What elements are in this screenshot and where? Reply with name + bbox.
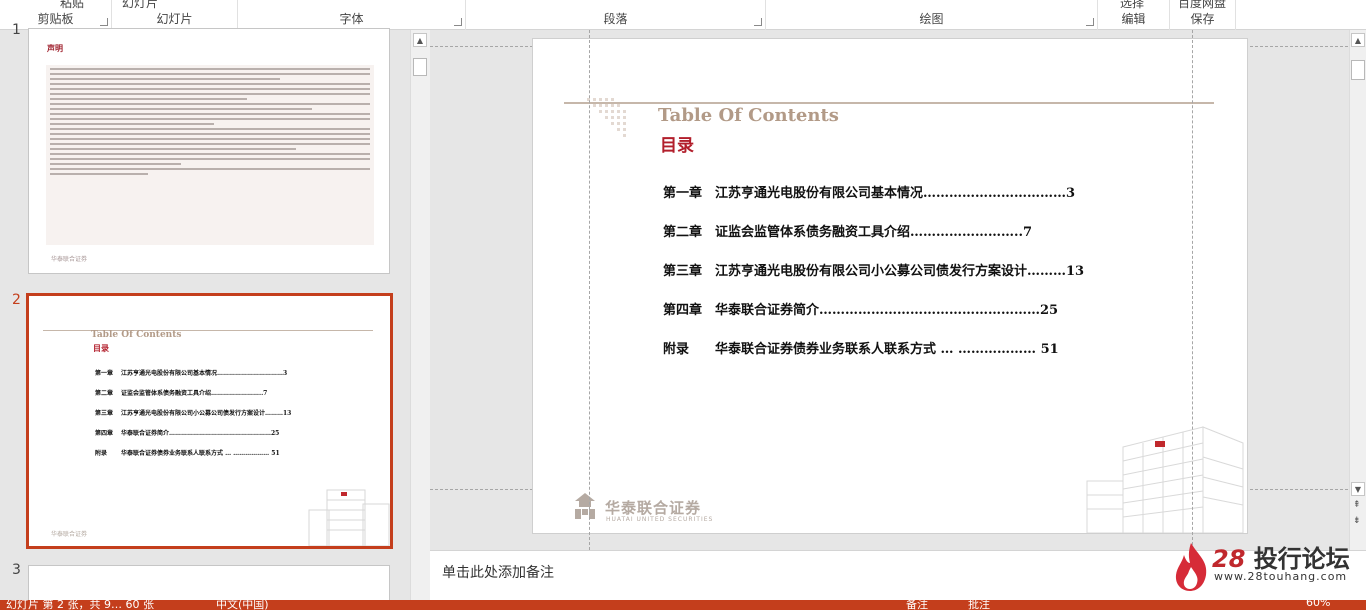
slide-counter: 幻灯片 第 2 张，共 9… 60 张 [6,600,154,610]
building-illustration-icon [1086,426,1244,533]
comments-toggle-button[interactable]: 批注 [968,600,990,610]
thumbnail-slide-3[interactable] [28,565,390,605]
thumbnail-slide-2[interactable]: Table Of Contents 目录 第一章 江苏亨通光电股份有限公司基本情况… [26,293,393,549]
powerpoint-window: 粘贴 剪贴板 幻灯片 幻灯片 字体 段落 绘图 选择 编辑 百度网盘 保存 1 … [0,0,1366,610]
paragraph-launcher-icon[interactable] [754,18,762,26]
slide-scrollbar[interactable]: ▲ ▼ ⇞ ⇟ [1349,30,1366,550]
slide-logo-text: 华泰联合证券 [605,499,702,517]
thumbnail-2-subtitle: 目录 [93,343,109,353]
editing-group: 选择 编辑 [1098,0,1170,30]
brand-name: 28 投行论坛 [1212,545,1350,573]
thumbnail-2-title: Table Of Contents [91,330,182,340]
huatai-logo-icon [575,493,595,519]
thumbnail-number-2: 2 [12,292,21,308]
thumbnail-slide-1[interactable]: 声明 华泰联合证券 [28,28,390,274]
thumbnail-2-logo: 华泰联合证券 [51,531,88,538]
slide-logo-english: HUATAI UNITED SECURITIES [606,516,714,523]
toc-entry[interactable]: 附录 华泰联合证券债券业务联系人联系方式 … ……………… 51 [663,338,1059,357]
paragraph-group-label: 段落 [603,12,628,26]
status-bar: 幻灯片 第 2 张，共 9… 60 张 中文(中国) 备注 批注 60% [0,600,1366,610]
scroll-down-icon[interactable]: ▼ [1351,482,1365,496]
thumbnail-1-text-block [46,65,374,245]
paragraph-group: 段落 [466,0,766,30]
dot-pattern-icon [587,98,626,137]
current-slide[interactable]: Table Of Contents 目录 第一章 江苏亨通光电股份有限公司基本情况… [532,38,1248,534]
clipboard-launcher-icon[interactable] [100,18,108,26]
slides-group: 幻灯片 幻灯片 [112,0,238,30]
scroll-thumb[interactable] [413,58,427,76]
drawing-group: 绘图 [766,0,1098,30]
title-rule [564,102,1214,104]
guide-line-right [1192,30,1193,550]
font-group-label: 字体 [339,12,364,26]
font-group: 字体 [238,0,466,30]
drawing-group-label: 绘图 [919,12,944,26]
save-group: 百度网盘 保存 [1170,0,1236,30]
thumbnail-2-toc-entry: 第一章 江苏亨通光电股份有限公司基本情况……………………………3 [95,370,288,377]
toc-entry[interactable]: 第四章 华泰联合证券简介……………………………………………25 [663,299,1058,318]
language-indicator[interactable]: 中文(中国) [216,600,269,610]
thumbnail-2-toc-entry: 第二章 证监会监管体系债务融资工具介绍……………………..7 [95,390,268,397]
slide-title[interactable]: Table Of Contents [658,105,839,126]
toc-entry[interactable]: 第二章 证监会监管体系债务融资工具介绍……………………..7 [663,221,1032,240]
thumbnail-scrollbar[interactable]: ▲ [410,30,430,600]
thumbnail-2-toc-entry: 附录 华泰联合证券债券业务联系人联系方式 … ……………… 51 [95,450,280,457]
editing-group-label: 编辑 [1121,12,1146,26]
brand-url: www.28touhang.com [1214,570,1348,583]
toc-entry[interactable]: 第三章 江苏亨通光电股份有限公司小公募公司债发行方案设计………13 [663,260,1084,279]
thumbnail-2-toc-entry: 第三章 江苏亨通光电股份有限公司小公募公司债发行方案设计………13 [95,410,292,417]
scroll-thumb[interactable] [1351,60,1365,80]
notes-placeholder[interactable]: 单击此处添加备注 [442,562,554,582]
previous-slide-icon[interactable]: ⇞ [1353,500,1361,510]
font-launcher-icon[interactable] [454,18,462,26]
thumbnail-1-title: 声明 [47,44,63,53]
slide-subtitle[interactable]: 目录 [660,131,694,156]
thumbnail-number-1: 1 [12,22,21,38]
scroll-up-icon[interactable]: ▲ [413,33,427,47]
scroll-up-icon[interactable]: ▲ [1351,33,1365,47]
thumbnail-2-building-icon [308,489,390,546]
next-slide-icon[interactable]: ⇟ [1353,516,1361,526]
toc-entry[interactable]: 第一章 江苏亨通光电股份有限公司基本情况……………………………3 [663,182,1075,201]
drawing-launcher-icon[interactable] [1086,18,1094,26]
ribbon: 粘贴 剪贴板 幻灯片 幻灯片 字体 段落 绘图 选择 编辑 百度网盘 保存 [0,0,1366,30]
flame-logo-icon [1175,543,1207,591]
slides-group-label: 幻灯片 [156,12,193,26]
notes-toggle-button[interactable]: 备注 [906,600,928,610]
thumbnail-number-3: 3 [12,562,21,578]
thumbnail-2-toc-entry: 第四章 华泰联合证券简介……………………………………………25 [95,430,280,437]
thumbnail-pane: 1 声明 华泰联合证券 2 Table Of Contents 目录 第一章 江苏… [0,22,430,605]
thumbnail-1-logo: 华泰联合证券 [51,256,88,263]
guide-line-left [589,30,590,550]
notes-pane[interactable]: 单击此处添加备注 28 投行论坛 www.28touhang.com [430,543,1366,600]
save-group-label: 保存 [1190,12,1215,26]
zoom-level[interactable]: 60% [1306,600,1330,609]
